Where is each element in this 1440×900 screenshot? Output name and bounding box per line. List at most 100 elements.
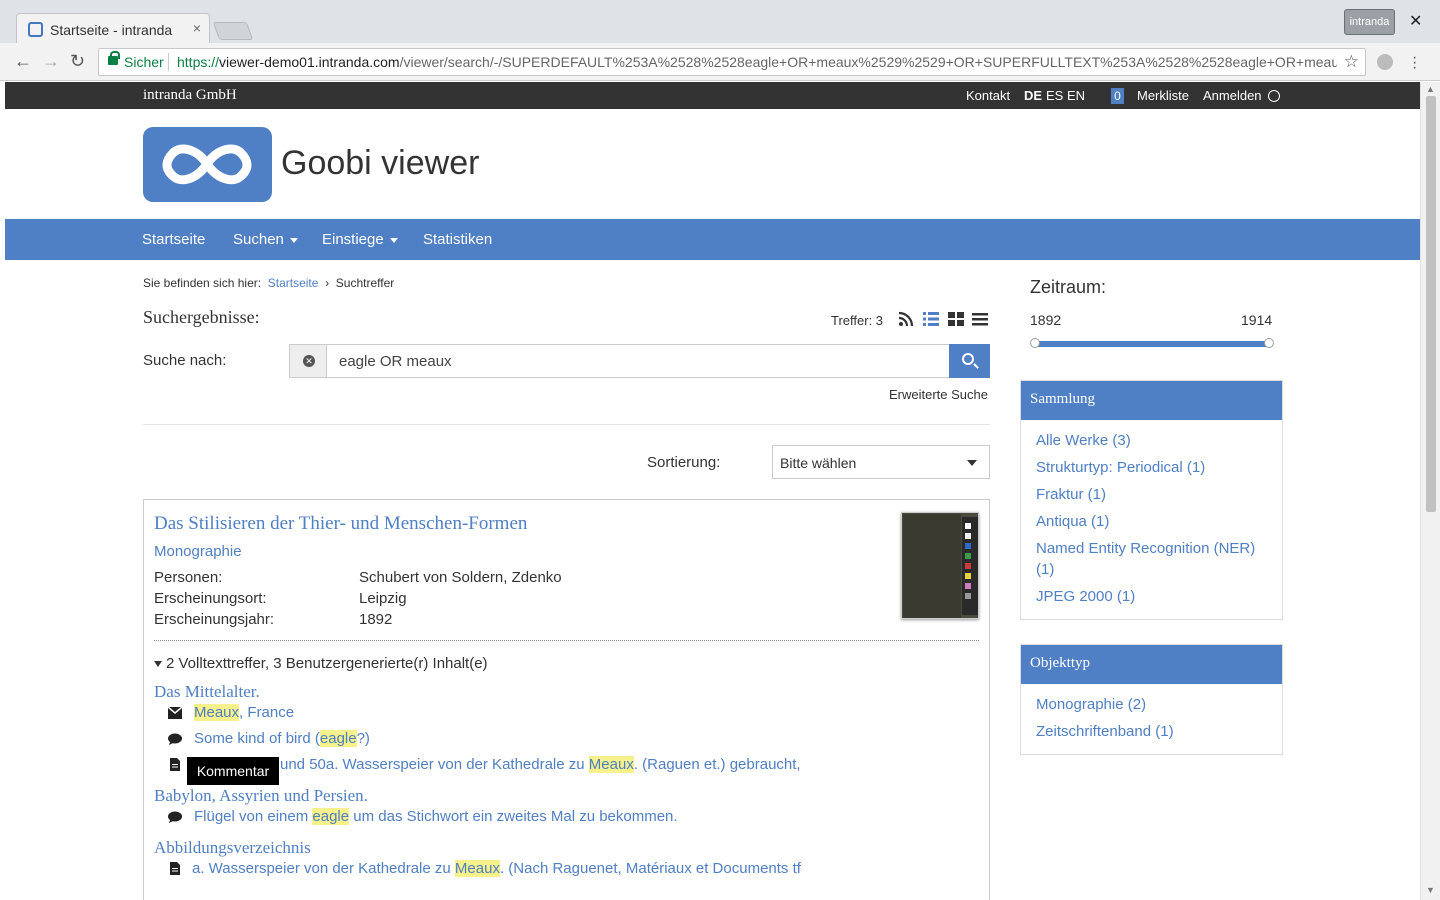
hit-text: Meaux, France	[194, 704, 294, 721]
facet-item[interactable]: JPEG 2000 (1)	[1036, 586, 1267, 607]
meta-label: Erscheinungsort:	[154, 590, 267, 607]
document-icon	[170, 758, 180, 771]
record-type[interactable]: Monographie	[154, 543, 242, 560]
favicon-icon	[28, 22, 43, 37]
chevron-down-icon	[389, 237, 398, 243]
timespan-slider[interactable]	[1030, 338, 1274, 348]
sort-label: Sortierung:	[647, 454, 721, 471]
sort-select[interactable]: Bitte wählen	[772, 445, 990, 479]
hit-post: um das Stichwort ein zweites Mal zu beko…	[349, 808, 678, 825]
back-icon[interactable]: ←	[14, 51, 32, 72]
timespan-title: Zeitraum:	[1030, 277, 1107, 297]
reload-icon[interactable]: ↻	[70, 51, 85, 72]
user-icon[interactable]	[1268, 90, 1280, 102]
list-view-icon[interactable]	[972, 311, 988, 327]
section-title[interactable]: Das Mittelalter.	[154, 682, 260, 702]
grid-view-icon[interactable]	[948, 311, 964, 327]
window-close-icon[interactable]: ✕	[1409, 11, 1422, 31]
browser-tabstrip: Startseite - intranda × intranda ✕	[0, 0, 1440, 45]
facet-item[interactable]: Named Entity Recognition (NER) (1)	[1036, 538, 1267, 580]
results-heading: Suchergebnisse:	[143, 307, 260, 327]
nav-stats[interactable]: Statistiken	[423, 231, 492, 248]
facet-item[interactable]: Antiqua (1)	[1036, 511, 1267, 532]
breadcrumb-current: Suchtreffer	[335, 276, 395, 290]
hit-pre: Flügel von einem	[194, 808, 313, 825]
section-title[interactable]: Babylon, Assyrien und Persien.	[154, 786, 368, 806]
comment-icon	[168, 733, 182, 745]
url-text[interactable]: https://viewer-demo01.intranda.com/viewe…	[177, 54, 1337, 70]
top-bar: intranda GmbH Kontakt DE ES EN 0 Merklis…	[5, 82, 1420, 109]
nav-search[interactable]: Suchen	[233, 231, 298, 248]
meta-value: Leipzig	[359, 590, 407, 607]
page-viewport: intranda GmbH Kontakt DE ES EN 0 Merklis…	[5, 82, 1420, 900]
browser-toolbar: ← → ↻ Sicher https://viewer-demo01.intra…	[0, 43, 1440, 81]
new-tab-button[interactable]	[212, 22, 254, 40]
browser-menu-icon[interactable]: · · ·	[1412, 50, 1417, 76]
hit-pre: Some kind of bird (	[194, 730, 320, 747]
bookmark-star-icon[interactable]: ☆	[1344, 52, 1359, 72]
contact-link[interactable]: Kontakt	[966, 88, 1010, 103]
caret-down-icon	[154, 661, 162, 668]
envelope-icon	[168, 707, 182, 719]
hit-highlight: Meaux	[454, 860, 500, 877]
breadcrumb: Sie befinden sich hier: Startseite › Suc…	[143, 276, 394, 290]
rss-icon[interactable]	[898, 311, 914, 327]
lang-de[interactable]: DE	[1024, 88, 1042, 103]
hit-pre: und 50a. Wasserspeier von der Kathedrale…	[280, 756, 589, 773]
lock-icon	[108, 51, 120, 65]
scroll-down-icon[interactable]: ▼	[1426, 885, 1435, 895]
scroll-up-icon[interactable]: ▲	[1426, 84, 1435, 94]
address-bar[interactable]: Sicher https://viewer-demo01.intranda.co…	[98, 48, 1366, 76]
bookmarks-link[interactable]: Merkliste	[1137, 88, 1189, 103]
scroll-thumb[interactable]	[1426, 96, 1436, 512]
page-scrollbar[interactable]: ▲ ▼	[1420, 82, 1440, 900]
extension-icon[interactable]	[1377, 54, 1393, 70]
slider-handle-from[interactable]	[1030, 338, 1040, 348]
objecttype-widget: Objekttyp Monographie (2) Zeitschriftenb…	[1020, 644, 1283, 755]
search-clear-button[interactable]: ✕	[290, 345, 327, 377]
facet-item[interactable]: Alle Werke (3)	[1036, 430, 1267, 451]
tab-close-icon[interactable]: ×	[193, 20, 201, 36]
section-title[interactable]: Abbildungsverzeichnis	[154, 838, 311, 858]
main-nav: Startseite Suchen Einstiege Statistiken	[5, 219, 1420, 260]
divider	[154, 640, 979, 641]
profile-button[interactable]: intranda	[1344, 9, 1395, 35]
caret-down-icon	[967, 460, 977, 466]
facet-item[interactable]: Fraktur (1)	[1036, 484, 1267, 505]
nav-home[interactable]: Startseite	[142, 231, 205, 248]
meta-value: 1892	[359, 611, 393, 628]
url-scheme: https://	[177, 54, 220, 70]
objecttype-list: Monographie (2) Zeitschriftenband (1)	[1021, 684, 1282, 754]
record-title[interactable]: Das Stilisieren der Thier- und Menschen-…	[154, 513, 527, 535]
search-button[interactable]	[949, 344, 990, 378]
lang-es[interactable]: ES	[1046, 88, 1063, 103]
comment-tooltip: Kommentar	[187, 757, 279, 785]
secure-label: Sicher	[124, 54, 164, 70]
facet-item[interactable]: Monographie (2)	[1036, 694, 1267, 715]
record-thumbnail[interactable]	[901, 512, 979, 619]
facet-item[interactable]: Strukturtyp: Periodical (1)	[1036, 457, 1267, 478]
logo[interactable]	[143, 127, 272, 202]
nav-entries[interactable]: Einstiege	[322, 231, 398, 248]
forward-icon[interactable]: →	[42, 51, 60, 72]
facet-item[interactable]: Zeitschriftenband (1)	[1036, 721, 1267, 742]
browser-tab[interactable]: Startseite - intranda ×	[16, 13, 210, 45]
fulltext-toggle-label: 2 Volltexttreffer, 3 Benutzergenerierte(…	[166, 655, 488, 672]
slider-handle-to[interactable]	[1264, 338, 1274, 348]
nav-search-label: Suchen	[233, 231, 284, 248]
clear-icon: ✕	[303, 355, 315, 367]
breadcrumb-home-link[interactable]: Startseite	[268, 276, 319, 290]
hit-highlight: Meaux	[194, 704, 240, 721]
login-link[interactable]: Anmelden	[1203, 88, 1262, 103]
hit-highlight: eagle	[312, 808, 350, 825]
search-input[interactable]	[327, 345, 949, 377]
infinity-logo-icon	[162, 144, 252, 185]
sort-value: Bitte wählen	[780, 455, 857, 471]
advanced-search-link[interactable]: Erweiterte Suche	[889, 387, 988, 402]
lang-en[interactable]: EN	[1067, 88, 1085, 103]
list-detail-icon[interactable]	[923, 311, 939, 327]
fulltext-toggle[interactable]: 2 Volltexttreffer, 3 Benutzergenerierte(…	[154, 655, 488, 672]
objecttype-title: Objekttyp	[1021, 645, 1282, 684]
hit-post: . (Raguen et.) gebraucht,	[633, 756, 801, 773]
collection-widget: Sammlung Alle Werke (3) Strukturtyp: Per…	[1020, 380, 1283, 620]
